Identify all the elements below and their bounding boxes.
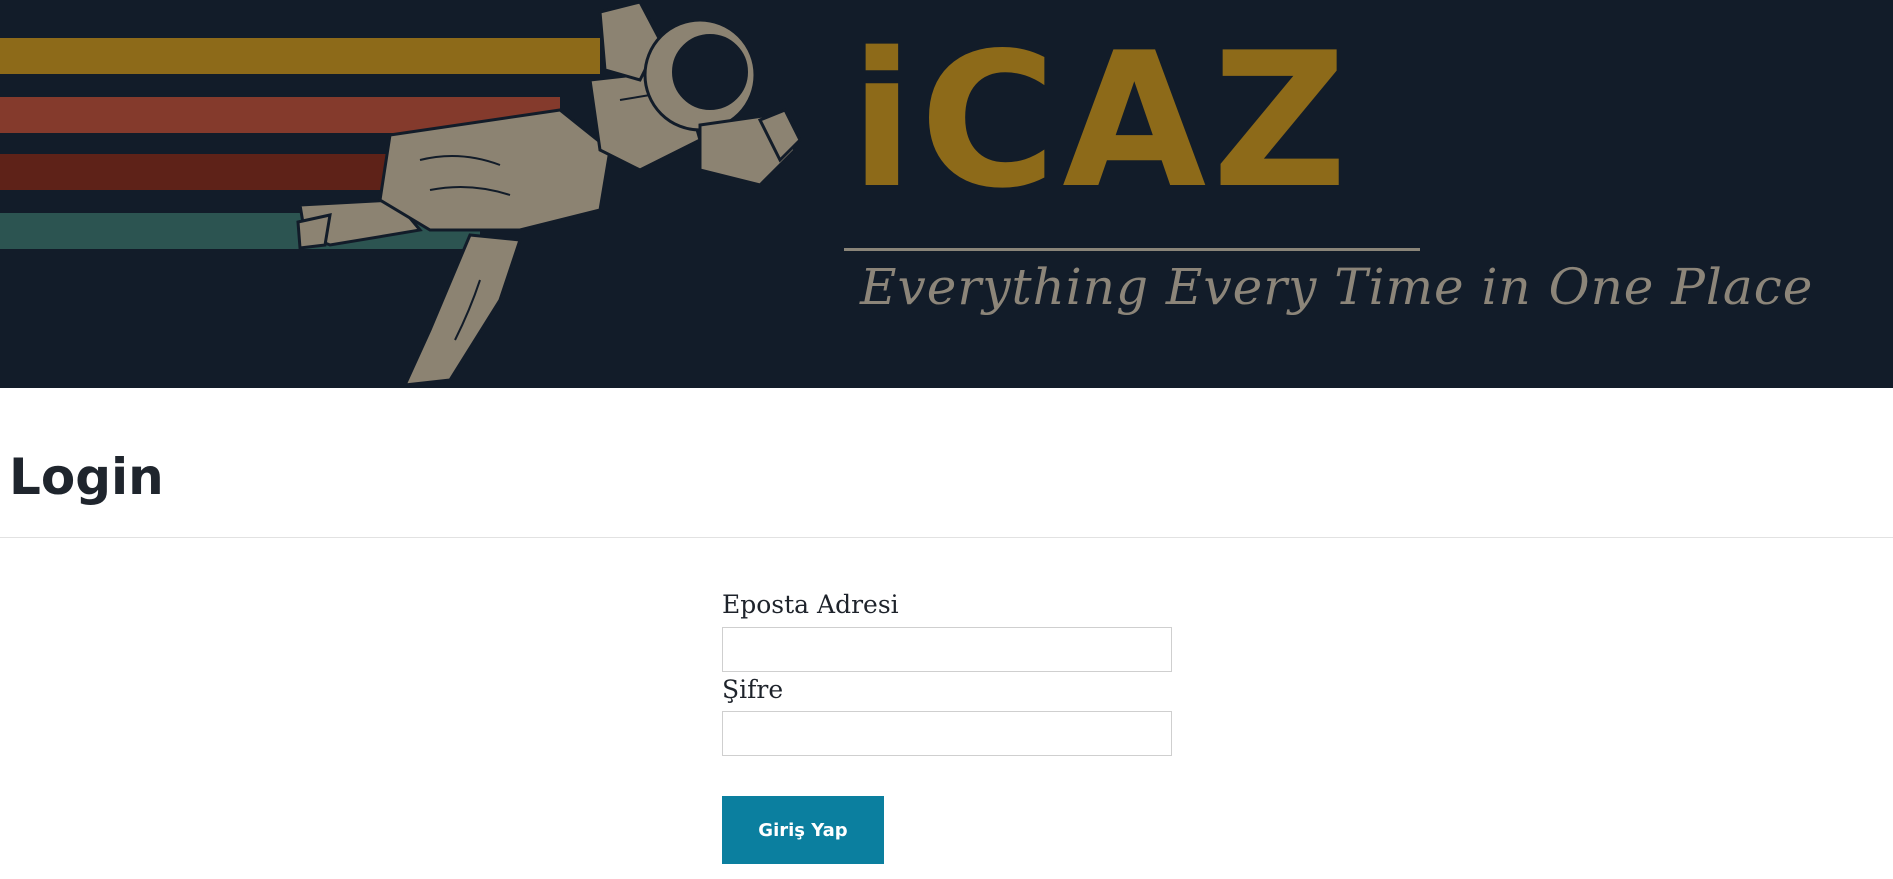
title-divider (0, 537, 1893, 538)
email-field[interactable] (722, 627, 1172, 672)
logo-divider (844, 248, 1420, 251)
email-label: Eposta Adresi (722, 590, 899, 619)
login-button[interactable]: Giriş Yap (722, 796, 884, 864)
site-tagline: Everything Every Time in One Place (860, 258, 1814, 316)
header-banner: iCAZ Everything Every Time in One Place (0, 0, 1893, 388)
page-title: Login (9, 448, 164, 506)
password-field[interactable] (722, 711, 1172, 756)
password-label: Şifre (722, 675, 784, 704)
site-logo: iCAZ (850, 12, 1354, 229)
astronaut-illustration (296, 0, 802, 387)
